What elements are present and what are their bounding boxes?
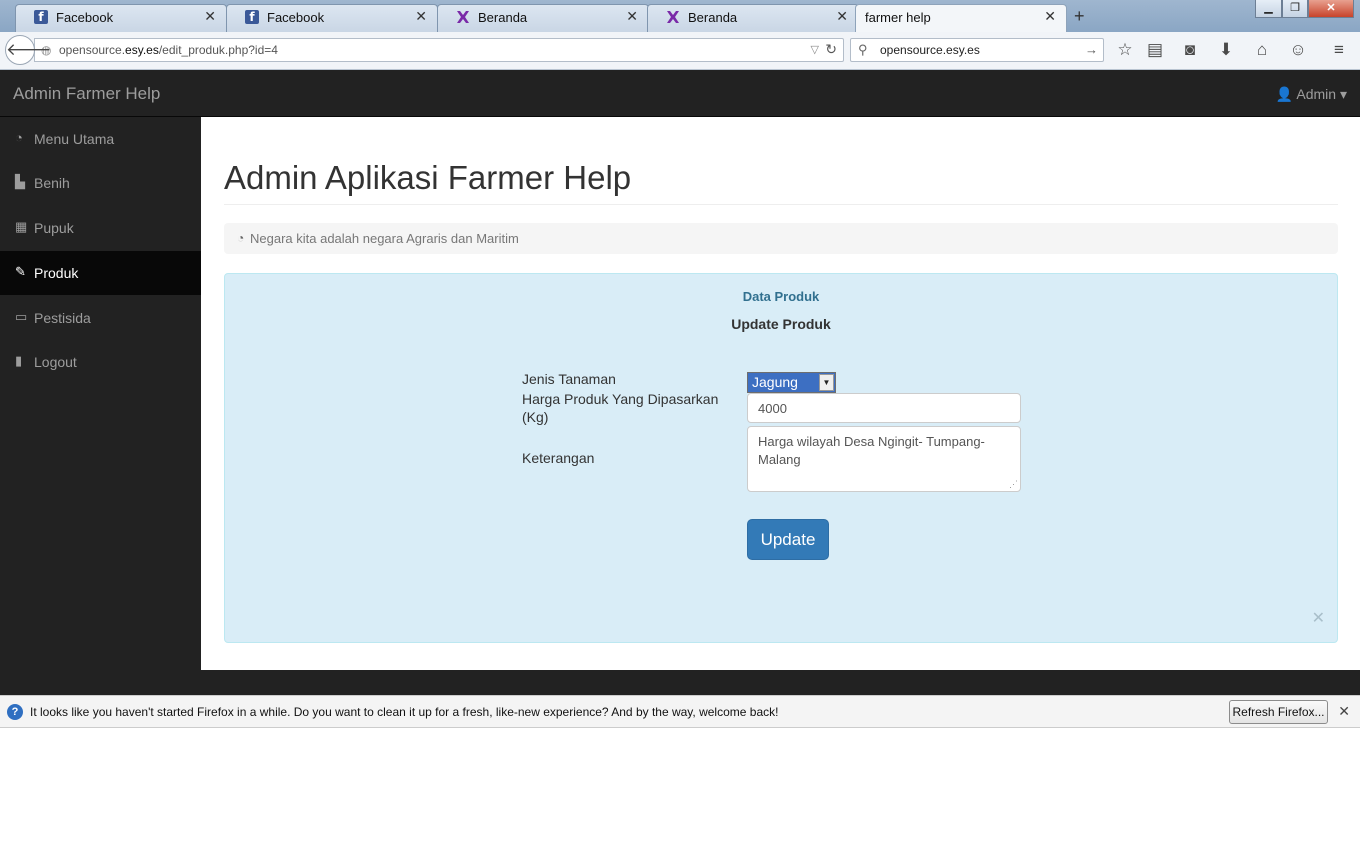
tab-close-icon[interactable]: ✕ [836,8,848,25]
browser-tab-3[interactable]: Beranda ✕ [437,4,649,32]
browser-tab-1[interactable]: f Facebook ✕ [15,4,227,32]
minimize-icon[interactable]: ▁ [1255,0,1282,18]
breadcrumb: ◔ Negara kita adalah negara Agraris dan … [224,223,1338,254]
sidebar-item-label: Menu Utama [34,131,115,147]
update-button[interactable]: Update [747,519,829,560]
tab-title: Beranda [478,10,528,25]
user-menu[interactable]: 👤 Admin ▾ [1276,86,1347,103]
site-favicon [667,11,679,23]
hello-chat-icon[interactable]: ☺ [1287,40,1309,60]
facebook-icon: f [34,10,48,24]
browser-tab-2[interactable]: f Facebook ✕ [226,4,438,32]
history-dropdown-icon[interactable]: ▽ [811,43,819,56]
resize-grip-icon[interactable]: ⋰ [1009,479,1018,490]
url-text: opensource.esy.es/edit_produk.php?id=4 [59,43,278,57]
panel-subtitle: Update Produk [731,316,831,332]
file-icon: ▮ [15,353,23,368]
select-value: Jagung [752,374,798,390]
new-tab-icon[interactable]: + [1074,6,1085,27]
search-text: opensource.esy.es [880,43,980,57]
harga-input[interactable]: 4000 [747,393,1021,423]
sidebar-item-logout[interactable]: ▮ Logout [0,340,201,384]
tab-close-icon[interactable]: ✕ [1044,8,1056,25]
browser-tab-bar: f Facebook ✕ f Facebook ✕ Beranda ✕ Bera… [0,0,1360,32]
tab-close-icon[interactable]: ✕ [415,8,427,25]
tab-title: Beranda [688,10,738,25]
browser-tab-4[interactable]: Beranda ✕ [647,4,859,32]
facebook-icon: f [245,10,259,24]
bar-chart-icon: ▙ [15,174,25,189]
dashboard-icon: ◔ [237,231,245,245]
page-title: Admin Aplikasi Farmer Help [224,159,632,196]
sidebar-item-label: Benih [34,175,70,191]
tab-title: Facebook [267,10,325,25]
pocket-icon[interactable]: ◙ [1179,40,1201,60]
sidebar-item-produk[interactable]: ✎ Produk [0,251,201,295]
browser-tab-active[interactable]: farmer help ✕ [855,4,1067,32]
sidebar-item-label: Pestisida [34,310,91,326]
tab-title: farmer help [865,10,931,25]
sidebar-item-label: Pupuk [34,220,74,236]
sidebar-item-benih[interactable]: ▙ Benih [0,161,201,205]
main-content: Admin Aplikasi Farmer Help ◔ Negara kita… [201,117,1360,670]
chevron-down-icon: ▼ [819,374,834,391]
sidebar-item-label: Logout [34,354,77,370]
divider [224,204,1338,205]
reload-icon[interactable]: ↻ [825,41,837,58]
data-produk-panel: Data Produk Update Produk Jenis Tanaman … [224,273,1338,643]
sidebar-item-menu-utama[interactable]: ◔ Menu Utama [0,117,201,161]
tab-close-icon[interactable]: ✕ [204,8,216,25]
search-go-icon[interactable]: → [1085,42,1098,57]
user-icon: 👤 [1275,86,1294,102]
sidebar-item-pupuk[interactable]: ▦ Pupuk [0,206,201,250]
caret-down-icon: ▾ [1339,86,1347,102]
harga-label: Harga Produk Yang Dipasarkan (Kg) [522,391,719,425]
dashboard-icon: ◔ [15,130,23,145]
notification-close-icon[interactable]: ✕ [1338,703,1350,720]
sidebar-item-pestisida[interactable]: ▭ Pestisida [0,296,201,340]
jenis-tanaman-select[interactable]: Jagung ▼ [747,372,836,393]
menu-icon[interactable]: ≡ [1328,40,1350,60]
keterangan-label: Keterangan [522,450,595,466]
keterangan-textarea[interactable]: Harga wilayah Desa Ngingit- Tumpang-Mala… [747,426,1021,492]
jenis-tanaman-label: Jenis Tanaman [522,371,616,387]
browser-toolbar: ◍ opensource.esy.es/edit_produk.php?id=4… [0,32,1360,70]
sidebar-item-label: Produk [34,265,79,281]
refresh-firefox-button[interactable]: Refresh Firefox... [1229,700,1328,724]
maximize-icon[interactable]: ❐ [1282,0,1308,18]
bookmark-star-icon[interactable]: ☆ [1114,40,1136,60]
question-icon: ? [7,704,23,720]
tab-title: Facebook [56,10,114,25]
bookmarks-list-icon[interactable]: ▤ [1144,40,1166,60]
web-page: Admin Farmer Help 👤 Admin ▾ ◔ Menu Utama… [0,70,1360,695]
table-icon: ▦ [15,219,28,234]
desktop-icon: ▭ [15,309,28,324]
notification-bar: ? It looks like you haven't started Fire… [0,695,1360,728]
sidebar: ◔ Menu Utama ▙ Benih ▦ Pupuk ✎ Produk ▭ … [0,117,201,695]
search-input[interactable]: ⚲ opensource.esy.es → [850,38,1104,62]
search-icon: ⚲ [858,42,868,57]
app-brand[interactable]: Admin Farmer Help [13,84,160,104]
notification-text: It looks like you haven't started Firefo… [30,705,779,719]
panel-title: Data Produk [742,289,820,304]
breadcrumb-text: Negara kita adalah negara Agraris dan Ma… [250,231,519,246]
address-bar[interactable]: ◍ opensource.esy.es/edit_produk.php?id=4… [34,38,844,62]
back-button[interactable]: 🡐 [5,35,52,65]
app-navbar: Admin Farmer Help 👤 Admin ▾ [0,70,1360,117]
close-icon[interactable]: ✕ [1312,608,1325,628]
textarea-value: Harga wilayah Desa Ngingit- Tumpang-Mala… [758,434,985,467]
input-value: 4000 [758,401,787,416]
home-icon[interactable]: ⌂ [1251,40,1273,60]
download-icon[interactable]: ⬇ [1215,40,1237,60]
edit-icon: ✎ [15,264,26,279]
site-favicon [457,11,469,23]
window-close-icon[interactable]: ✕ [1308,0,1354,18]
tab-close-icon[interactable]: ✕ [626,8,638,25]
